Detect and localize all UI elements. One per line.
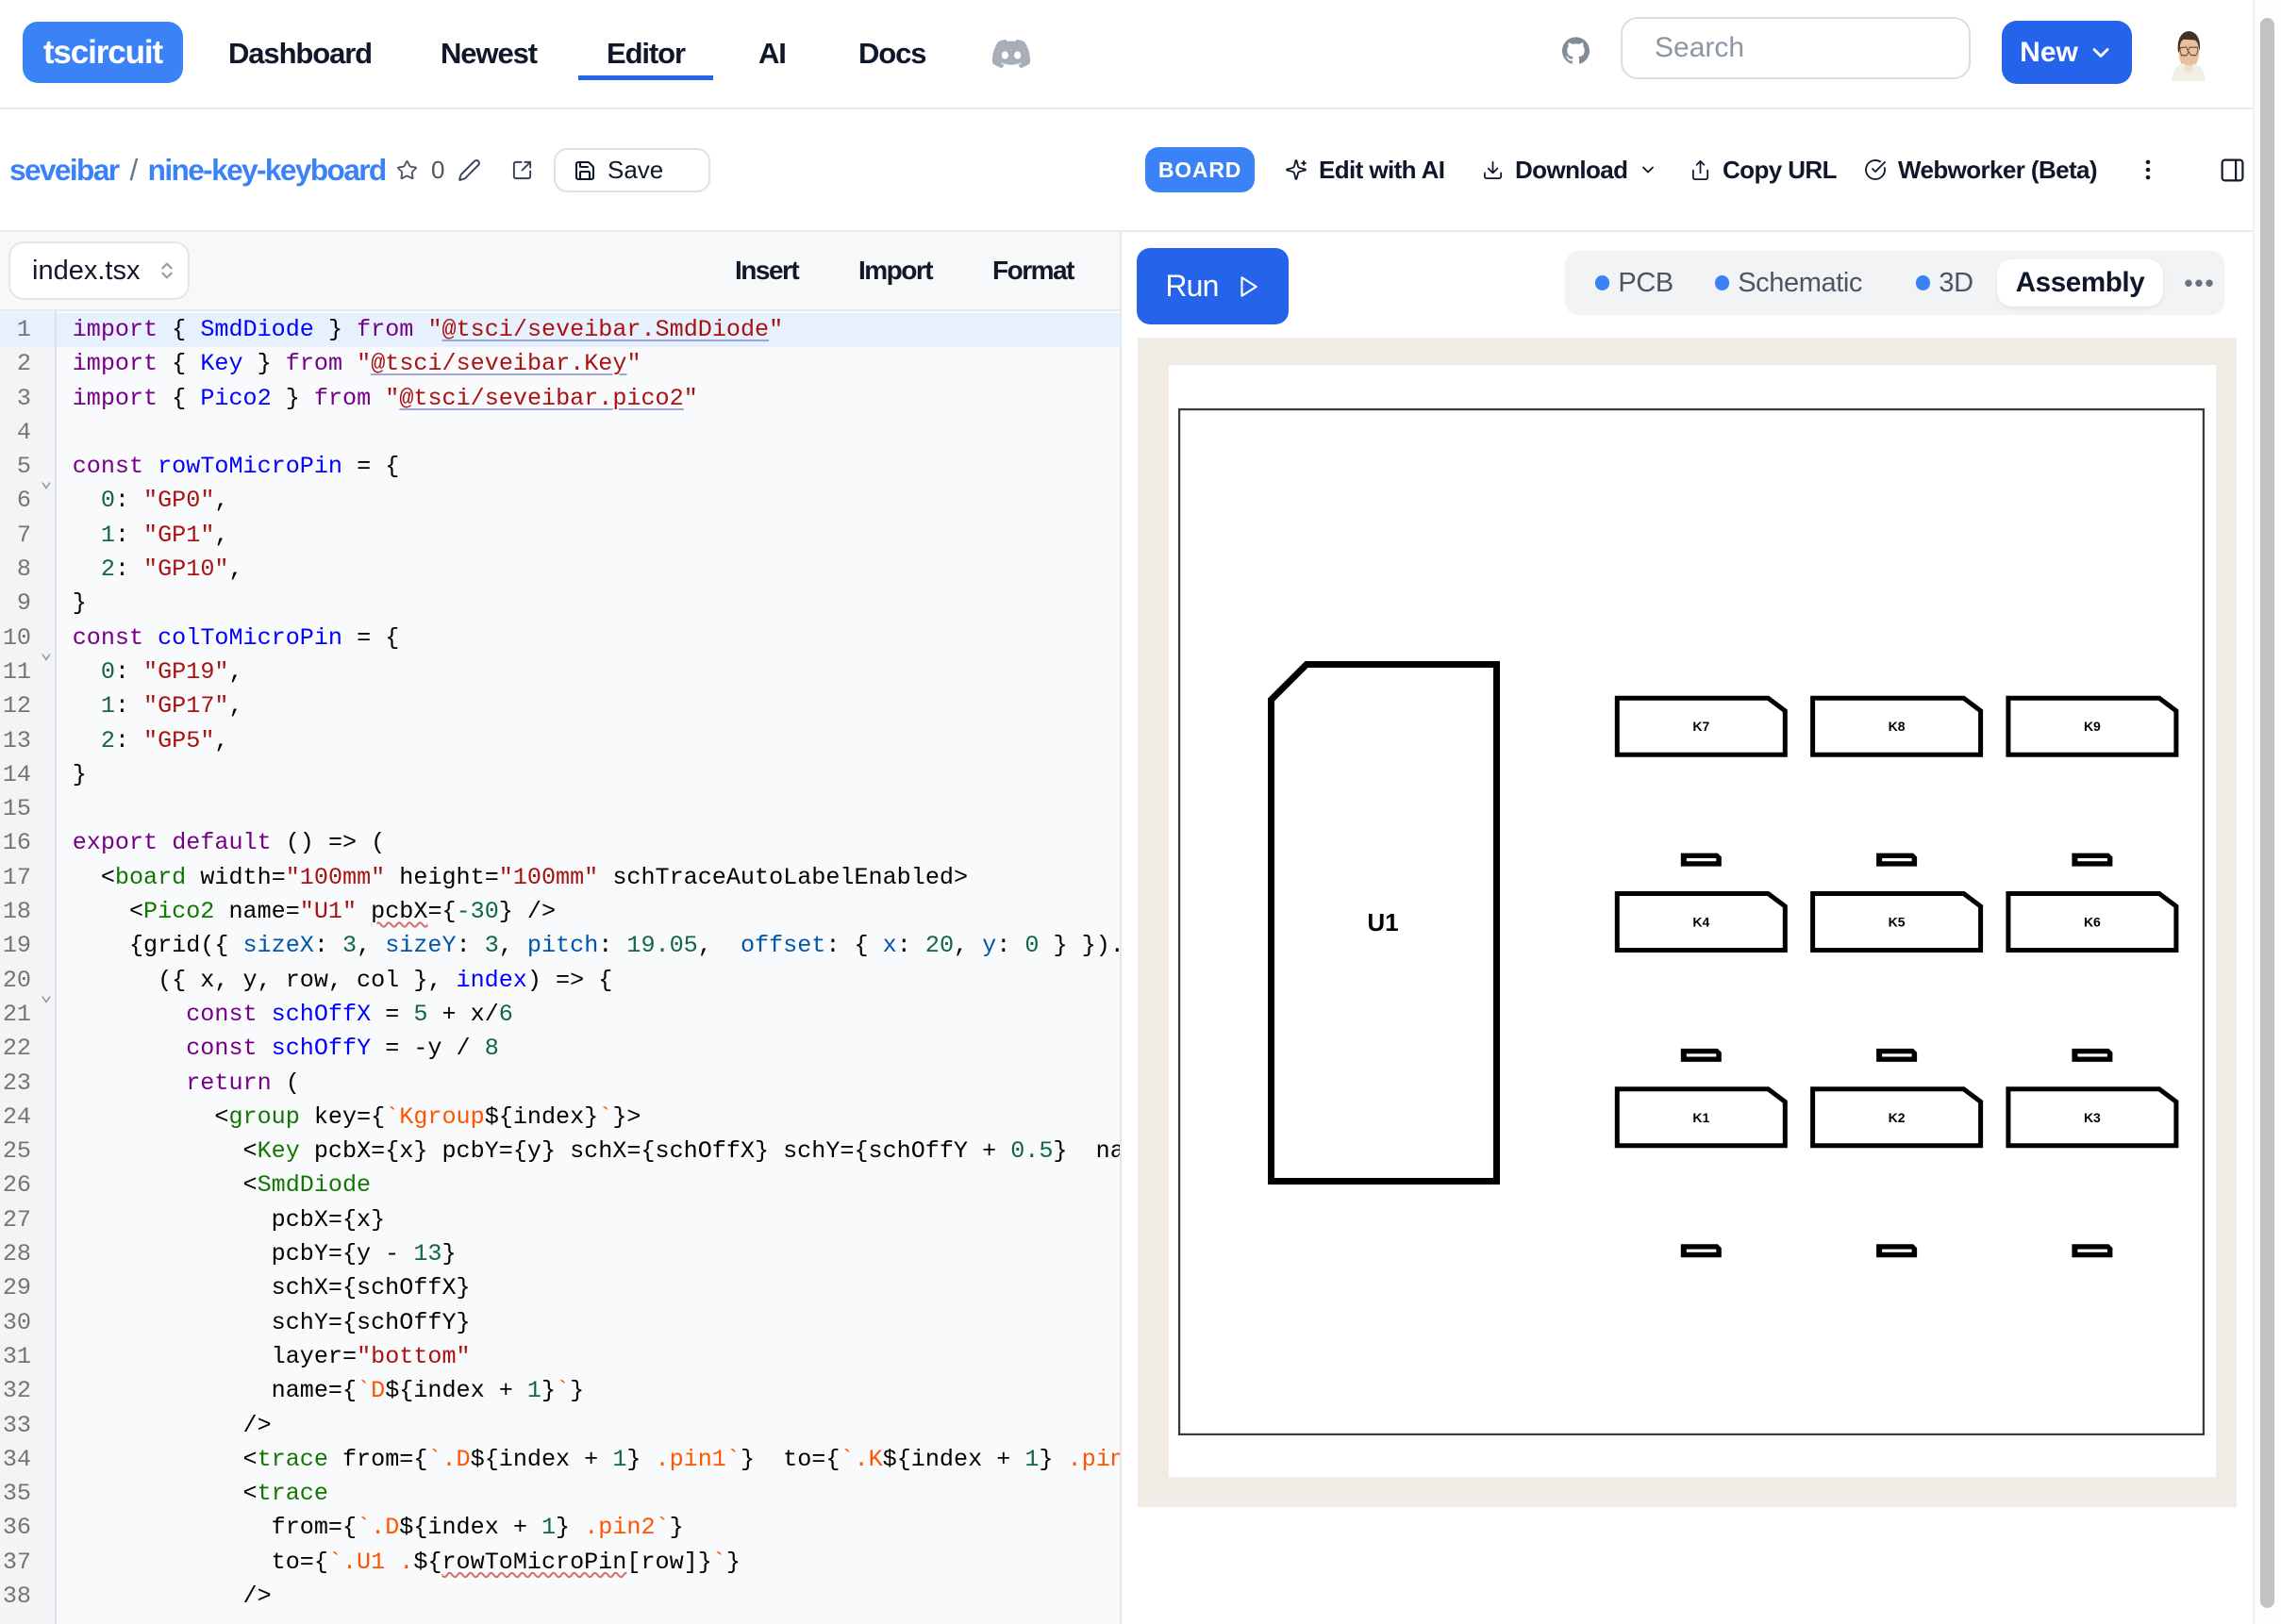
svg-text:K7: K7 — [1692, 719, 1709, 734]
svg-text:K3: K3 — [2084, 1110, 2101, 1125]
svg-text:K4: K4 — [1692, 915, 1709, 930]
svg-text:U1: U1 — [1367, 908, 1398, 936]
svg-text:K9: K9 — [2084, 719, 2101, 734]
svg-text:K1: K1 — [1692, 1110, 1709, 1125]
svg-text:K6: K6 — [2084, 915, 2101, 930]
svg-text:K8: K8 — [1889, 719, 1906, 734]
svg-text:K2: K2 — [1889, 1110, 1906, 1125]
svg-text:K5: K5 — [1889, 915, 1906, 930]
